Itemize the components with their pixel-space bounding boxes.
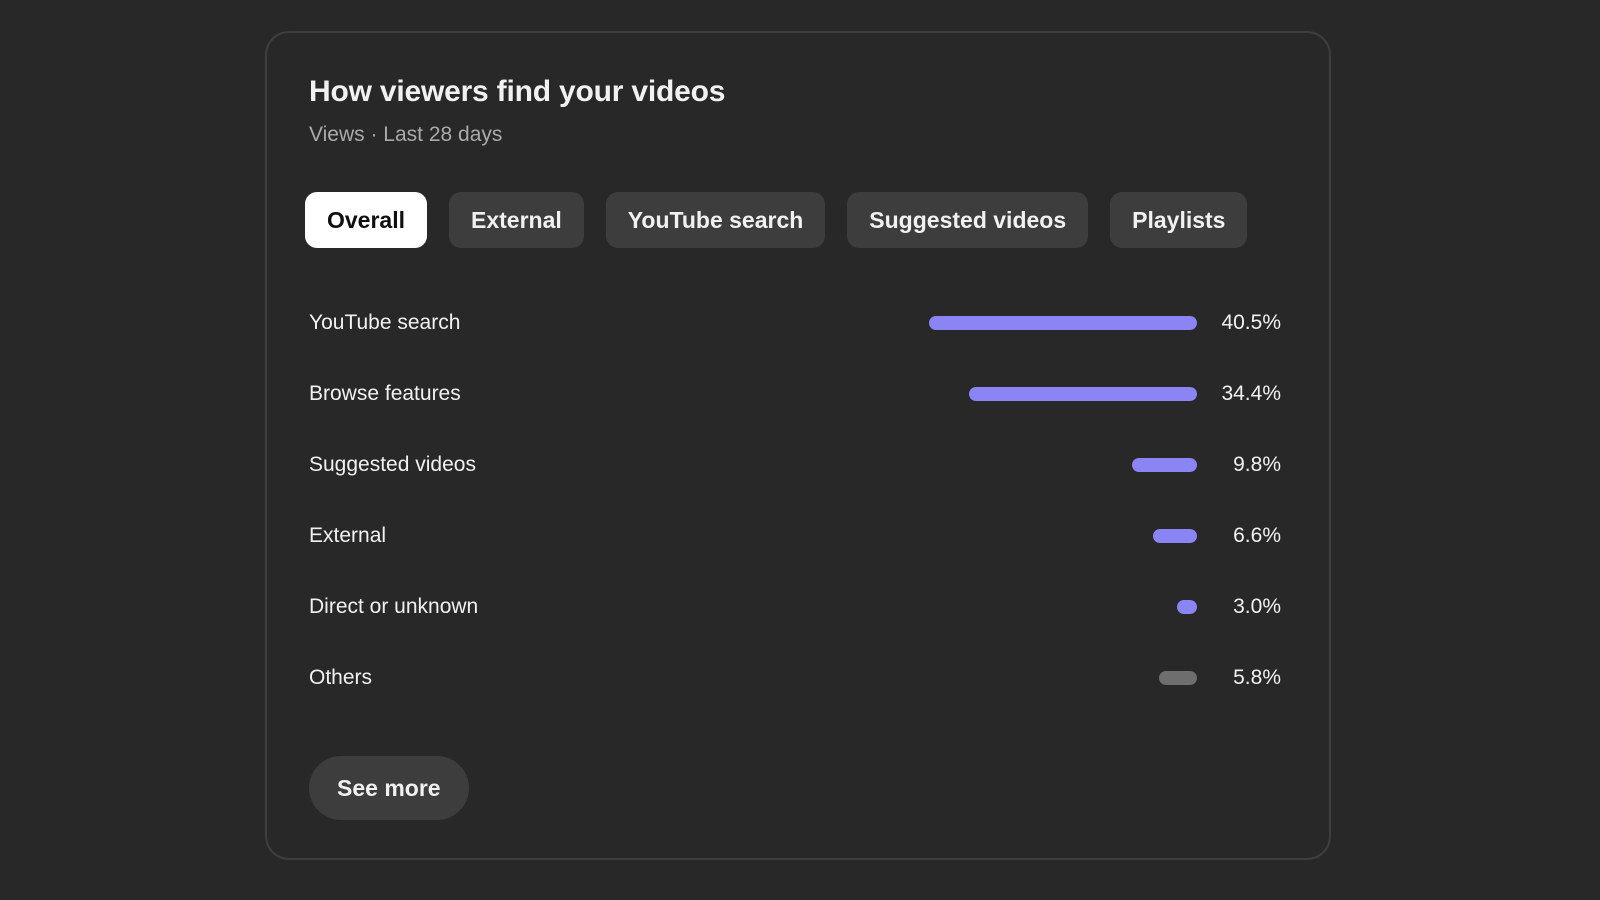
source-tabs: Overall External YouTube search Suggeste… xyxy=(305,192,1248,248)
card-subtitle: Views · Last 28 days xyxy=(309,123,503,146)
source-percent: 5.8% xyxy=(1233,665,1281,689)
source-label: Others xyxy=(309,665,373,689)
source-label: External xyxy=(309,523,387,547)
source-bar-track xyxy=(917,599,1197,614)
tab-overall[interactable]: Overall xyxy=(305,192,427,248)
source-row-browse-features: Browse features 34.4% xyxy=(309,358,1281,429)
source-percent: 6.6% xyxy=(1233,523,1281,547)
traffic-source-list: YouTube search 40.5% Browse features 34.… xyxy=(309,287,1281,713)
source-row-others: Others 5.8% xyxy=(309,642,1281,713)
source-label: Direct or unknown xyxy=(309,594,479,618)
tab-external[interactable]: External xyxy=(449,192,584,248)
source-bar-track xyxy=(917,386,1197,401)
source-percent: 34.4% xyxy=(1221,381,1281,405)
see-more-button[interactable]: See more xyxy=(309,756,469,820)
source-percent: 3.0% xyxy=(1233,594,1281,618)
traffic-sources-card: How viewers find your videos Views · Las… xyxy=(265,31,1331,860)
source-row-youtube-search: YouTube search 40.5% xyxy=(309,287,1281,358)
tab-playlists[interactable]: Playlists xyxy=(1110,192,1248,248)
tab-youtube-search[interactable]: YouTube search xyxy=(605,192,826,248)
source-bar xyxy=(1153,528,1197,543)
card-title: How viewers find your videos xyxy=(309,75,726,108)
source-bar-track xyxy=(917,670,1197,685)
source-bar-track xyxy=(917,315,1197,330)
tab-suggested-videos[interactable]: Suggested videos xyxy=(847,192,1089,248)
source-row-direct-or-unknown: Direct or unknown 3.0% xyxy=(309,571,1281,642)
source-label: Suggested videos xyxy=(309,452,476,476)
source-bar xyxy=(929,315,1197,330)
source-row-external: External 6.6% xyxy=(309,500,1281,571)
source-bar xyxy=(1132,457,1197,472)
source-row-suggested-videos: Suggested videos 9.8% xyxy=(309,429,1281,500)
source-bar-track xyxy=(917,457,1197,472)
source-label: Browse features xyxy=(309,381,461,405)
source-percent: 9.8% xyxy=(1233,452,1281,476)
source-label: YouTube search xyxy=(309,310,461,334)
source-percent: 40.5% xyxy=(1221,310,1281,334)
source-bar xyxy=(969,386,1197,401)
source-bar-track xyxy=(917,528,1197,543)
source-bar xyxy=(1177,599,1197,614)
source-bar xyxy=(1158,670,1197,685)
